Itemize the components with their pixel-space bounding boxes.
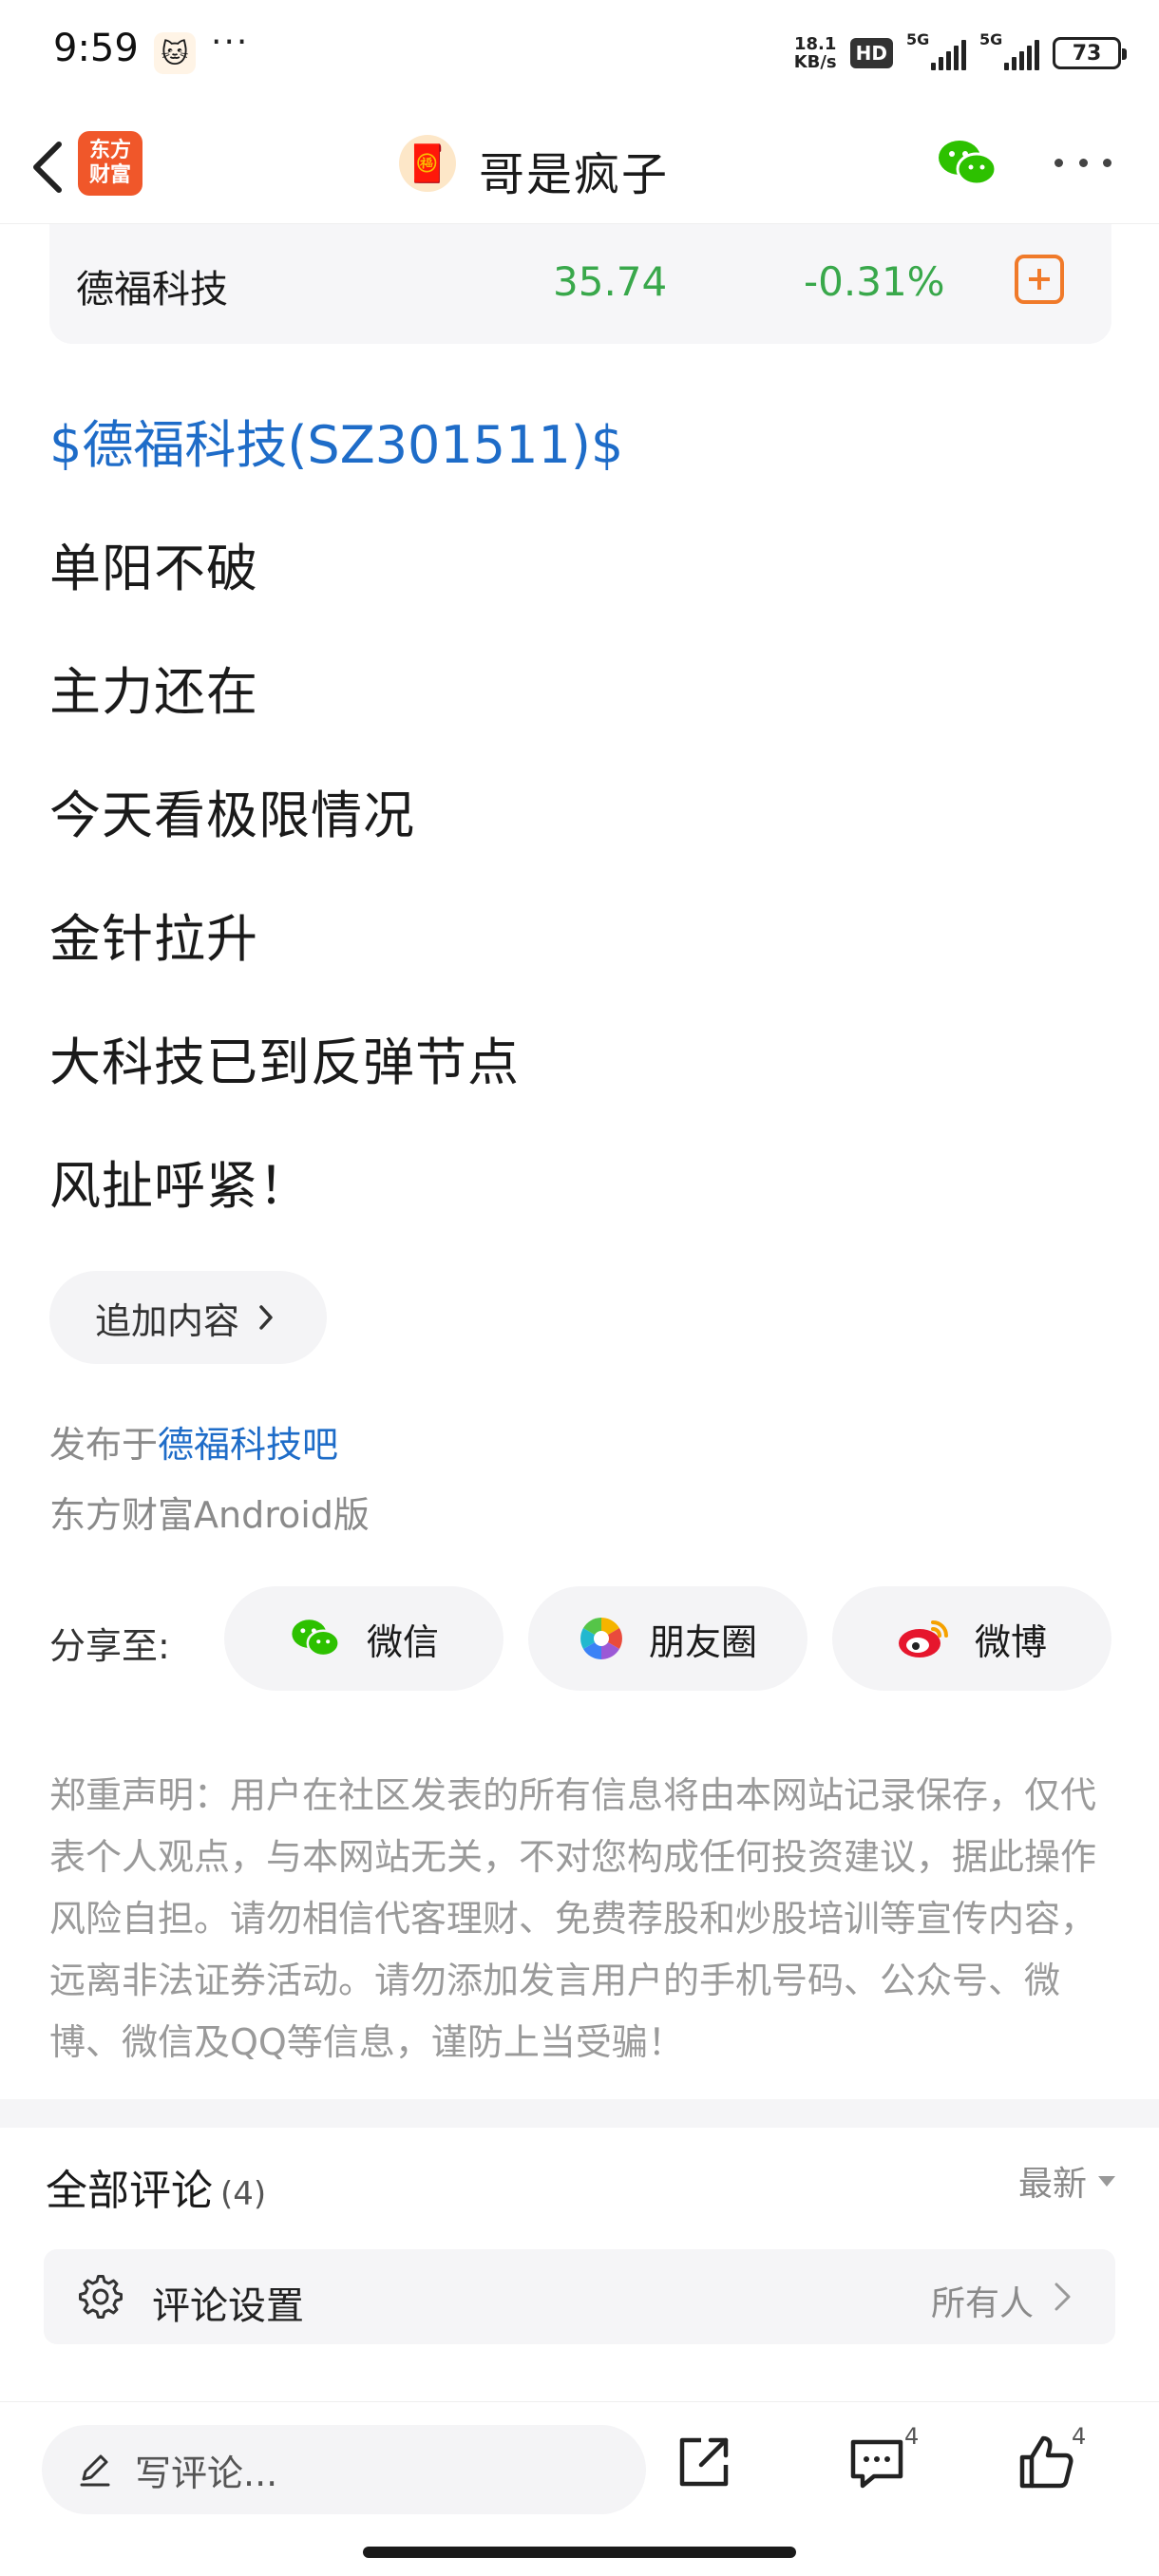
post-line: 单阳不破	[49, 539, 258, 598]
more-notifications-icon: ···	[211, 23, 250, 62]
stock-bar-link[interactable]: 德福科技吧	[158, 1424, 338, 1466]
like-count-badge: 4	[1072, 2423, 1087, 2450]
post-line: 金针拉升	[49, 909, 258, 969]
pencil-icon	[80, 2454, 110, 2487]
wechat-icon	[292, 1619, 340, 1657]
status-indicators: 18.1 KB/s HD 5G 5G 73	[794, 30, 1127, 76]
moments-icon	[580, 1618, 622, 1659]
post-line: 大科技已到反弹节点	[49, 1032, 520, 1092]
comment-settings-row[interactable]: 评论设置 所有人	[44, 2249, 1115, 2344]
post-line: 风扯呼紧！	[49, 1156, 311, 1216]
status-bar: 9:59 🐱 ··· 18.1 KB/s HD 5G 5G 73	[0, 0, 1159, 104]
write-comment-placeholder: 写评论...	[135, 2452, 278, 2494]
status-time: 9:59	[53, 27, 139, 70]
share-label: 分享至:	[49, 1625, 170, 1667]
share-weibo-button[interactable]: 微博	[832, 1586, 1112, 1691]
chevron-right-icon	[1054, 2282, 1071, 2311]
like-icon[interactable]	[1015, 2431, 1077, 2493]
comments-title-label: 全部评论	[46, 2167, 213, 2215]
author-avatar[interactable]: 🧧	[399, 135, 456, 192]
published-prefix: 发布于	[49, 1424, 159, 1466]
write-comment-input[interactable]: 写评论...	[42, 2425, 646, 2514]
sim2-network-label: 5G	[979, 30, 1003, 48]
section-divider	[0, 2099, 1159, 2128]
sort-label: 最新	[1017, 2165, 1087, 2204]
network-speed-value: 18.1	[793, 34, 837, 54]
published-in: 发布于德福科技吧	[49, 1415, 338, 1468]
post-client: 东方财富Android版	[49, 1494, 370, 1536]
caret-down-icon	[1098, 2175, 1115, 2187]
comments-sort-dropdown[interactable]: 最新	[1018, 2156, 1115, 2206]
network-speed: 18.1 KB/s	[794, 35, 837, 71]
sim1-network-label: 5G	[906, 30, 930, 48]
comment-icon[interactable]	[846, 2431, 908, 2493]
chevron-left-icon	[33, 142, 62, 193]
signal-icon-sim1: 5G	[906, 30, 966, 70]
comment-settings-label: 评论设置	[152, 2284, 304, 2328]
signal-icon-sim2: 5G	[979, 30, 1039, 70]
share-moments-label: 朋友圈	[648, 1620, 757, 1663]
battery-icon: 73	[1053, 37, 1127, 69]
app-notification-icon: 🐱	[154, 32, 196, 74]
share-wechat-button[interactable]: 微信	[224, 1586, 504, 1691]
stock-name: 德福科技	[76, 268, 228, 312]
weibo-icon	[898, 1620, 948, 1657]
share-weibo-label: 微博	[974, 1620, 1047, 1663]
disclaimer-text: 郑重声明：用户在社区发表的所有信息将由本网站记录保存，仅代表个人观点，与本网站无…	[49, 1774, 1097, 2063]
add-to-watchlist-icon[interactable]	[1015, 255, 1064, 304]
share-icon[interactable]	[673, 2431, 735, 2493]
home-indicator[interactable]	[363, 2547, 796, 2558]
share-moments-button[interactable]: 朋友圈	[528, 1586, 808, 1691]
author-name[interactable]: 哥是疯子	[479, 137, 669, 203]
back-button[interactable]	[19, 133, 76, 201]
comment-settings-value: 所有人	[930, 2284, 1034, 2323]
stock-price: 35.74	[553, 258, 668, 305]
comment-count-badge: 4	[904, 2423, 920, 2450]
post-line: 主力还在	[49, 662, 258, 722]
app-logo-line1: 东方	[88, 139, 131, 162]
stock-change-percent: -0.31%	[804, 258, 945, 305]
more-options-icon[interactable]	[1054, 148, 1112, 177]
post-line: 今天看极限情况	[49, 786, 415, 845]
gear-icon	[79, 2275, 123, 2319]
post-stock-link[interactable]: $德福科技(SZ301511)$	[49, 403, 623, 478]
chevron-right-icon	[259, 1305, 273, 1330]
comments-title: 全部评论 (4)	[46, 2156, 266, 2217]
bottom-action-bar: 写评论... 4 4	[0, 2401, 1159, 2576]
wechat-share-icon[interactable]	[937, 137, 998, 190]
hd-voice-icon: HD	[849, 38, 893, 68]
append-content-label: 追加内容	[95, 1299, 240, 1342]
network-speed-unit: KB/s	[793, 52, 837, 72]
share-wechat-label: 微信	[366, 1620, 439, 1663]
comments-count: (4)	[220, 2175, 267, 2213]
app-logo-line2: 财富	[88, 163, 131, 187]
append-content-button[interactable]: 追加内容	[49, 1271, 327, 1364]
stock-quote-card[interactable]: 德福科技 35.74 -0.31%	[49, 224, 1112, 344]
nav-header: 东方 财富 🧧 哥是疯子	[0, 110, 1159, 224]
app-logo[interactable]: 东方 财富	[78, 131, 142, 196]
